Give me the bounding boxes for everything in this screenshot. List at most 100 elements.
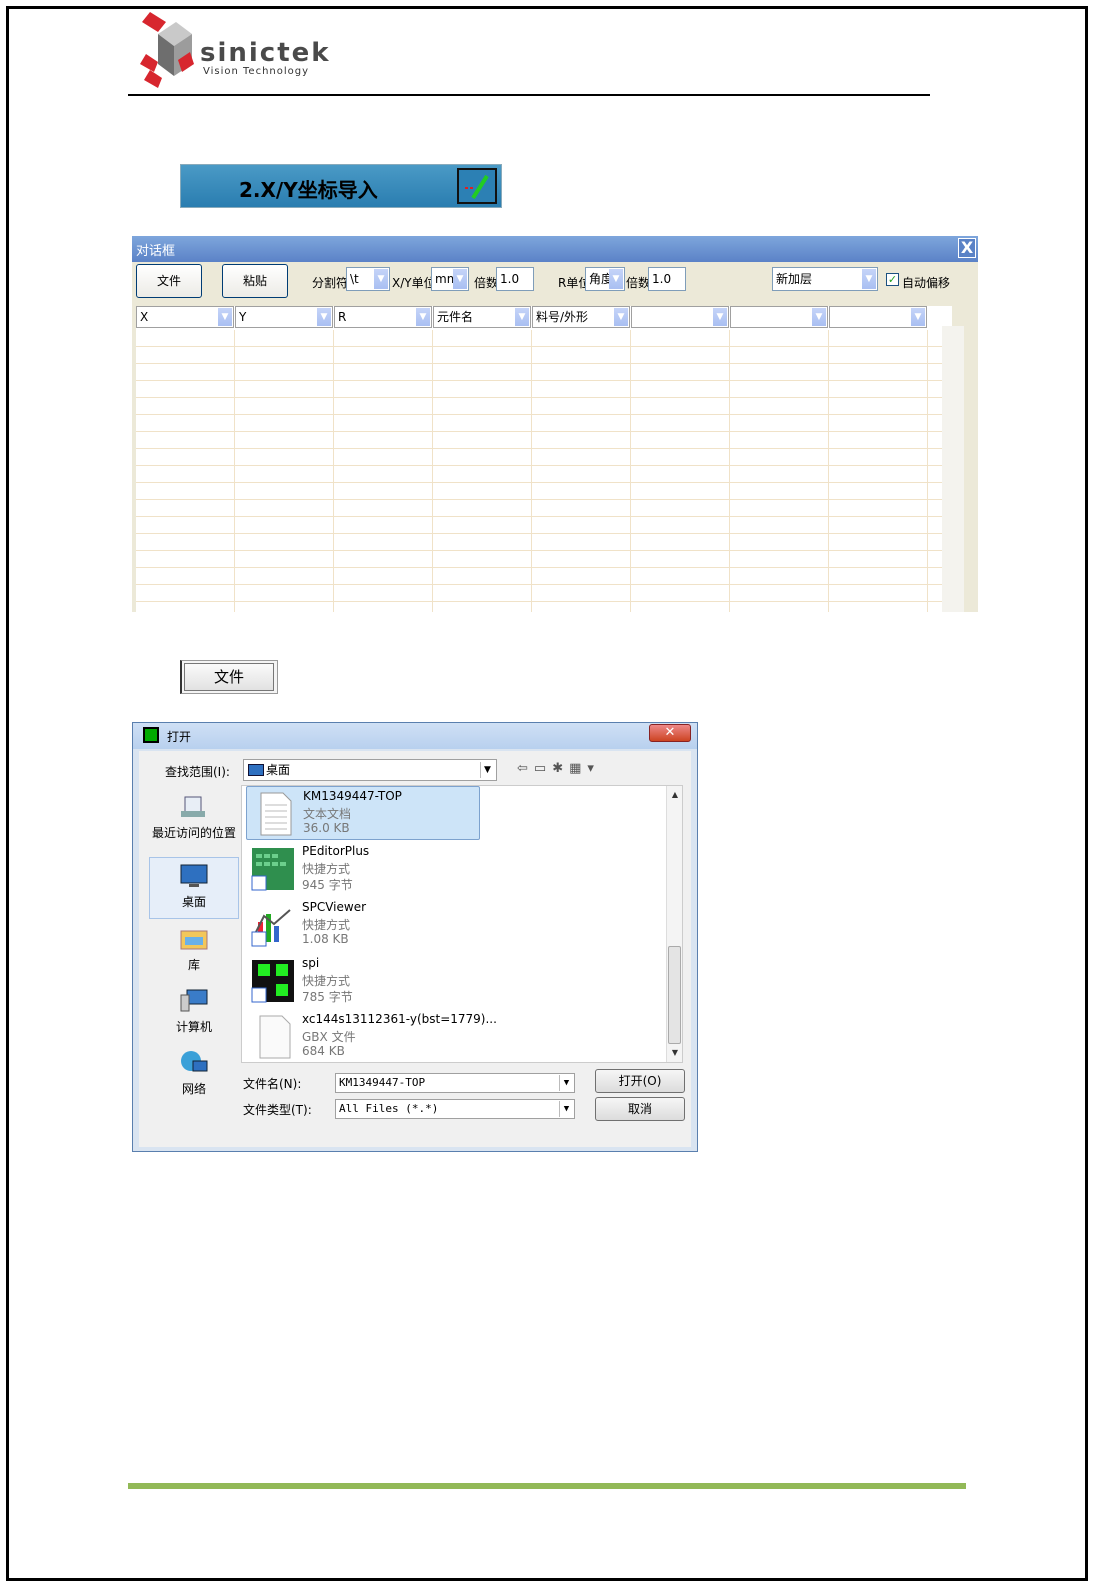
- peditorplus-shortcut-icon: [251, 848, 294, 891]
- cancel-button[interactable]: 取消: [595, 1097, 685, 1121]
- file-list: KM1349447-TOP 文本文档 36.0 KB PEditorPlus 快…: [241, 785, 683, 1063]
- import-xy-icon[interactable]: [457, 168, 497, 204]
- place-recent[interactable]: 最近访问的位置: [149, 789, 239, 851]
- dialog-body: 查找范围(I): 桌面 ▼ ⇦▭✱▦▾ 最近访问的位置 桌面 库 计算机 网络 …: [139, 751, 691, 1147]
- file-item[interactable]: SPCViewer 快捷方式 1.08 KB: [246, 898, 480, 952]
- spi-shortcut-icon: [251, 960, 294, 1003]
- view-menu-icon[interactable]: ▦▾: [569, 761, 600, 776]
- filename-input[interactable]: KM1349447-TOP ▼: [335, 1073, 575, 1093]
- column-select-6[interactable]: ▼: [631, 306, 729, 328]
- places-bar: 最近访问的位置 桌面 库 计算机 网络: [149, 789, 239, 1145]
- auto-offset-checkbox[interactable]: ✓: [886, 273, 899, 286]
- table-scrollbar[interactable]: [942, 326, 964, 612]
- dialog-title: 对话框: [136, 244, 176, 259]
- dialog-title-bar: 对话框 X: [132, 236, 978, 262]
- file-type: GBX 文件: [302, 1030, 356, 1044]
- chevron-down-icon: ▼: [453, 269, 467, 289]
- place-label: 网络: [181, 1082, 206, 1096]
- footer-rule: [128, 1483, 966, 1489]
- up-folder-icon[interactable]: ▭: [534, 761, 552, 776]
- file-name: KM1349447-TOP: [303, 789, 402, 803]
- close-button[interactable]: X: [958, 238, 976, 258]
- chevron-down-icon: ▼: [614, 308, 628, 326]
- xy-unit-select[interactable]: mm ▼: [431, 267, 469, 291]
- chevron-down-icon: ▼: [416, 308, 430, 326]
- file-type: 快捷方式: [302, 862, 351, 876]
- file-button[interactable]: 文件: [136, 264, 202, 298]
- place-libraries[interactable]: 库: [149, 921, 239, 983]
- separator-select[interactable]: \t ▼: [346, 267, 390, 291]
- column-select-r[interactable]: R ▼: [334, 306, 432, 328]
- chevron-down-icon: ▼: [559, 1075, 573, 1091]
- filename-value: KM1349447-TOP: [339, 1076, 426, 1089]
- filetype-label: 文件类型(T):: [243, 1103, 312, 1117]
- column-select-x[interactable]: X ▼: [136, 306, 234, 328]
- open-button[interactable]: 打开(O): [595, 1069, 685, 1093]
- place-network[interactable]: 网络: [149, 1045, 239, 1107]
- scroll-up-icon[interactable]: ▲: [667, 790, 683, 804]
- file-type: 快捷方式: [302, 918, 351, 932]
- chevron-down-icon: ▼: [515, 308, 529, 326]
- auto-offset-label: 自动偏移: [902, 276, 951, 290]
- banner-title: 2.X/Y坐标导入: [239, 178, 378, 202]
- file-name: spi: [302, 956, 320, 970]
- r-unit-select[interactable]: 角度 ▼: [585, 267, 625, 291]
- logo-wordmark: sinictek: [200, 38, 331, 68]
- place-computer[interactable]: 计算机: [149, 983, 239, 1045]
- file-button-example: 文件: [180, 660, 278, 694]
- header-rule: [128, 94, 930, 96]
- chevron-down-icon: ▼: [609, 269, 623, 289]
- r-factor-label: 倍数: [626, 276, 651, 290]
- chevron-down-icon: ▼: [862, 269, 876, 289]
- column-select-component[interactable]: 元件名 ▼: [433, 306, 531, 328]
- chevron-down-icon: ▼: [480, 762, 494, 778]
- file-name: xc144s13112361-y(bst=1779)...: [302, 1012, 497, 1026]
- column-select-y[interactable]: Y ▼: [235, 306, 333, 328]
- libraries-icon: [180, 930, 208, 950]
- column-select-7[interactable]: ▼: [730, 306, 828, 328]
- file-list-scrollbar[interactable]: ▲ ▼: [666, 786, 682, 1062]
- paste-button[interactable]: 粘贴: [222, 264, 288, 298]
- close-button[interactable]: ✕: [649, 724, 691, 742]
- layer-value: 新加层: [776, 272, 813, 286]
- desktop-icon: [180, 864, 208, 887]
- chevron-down-icon: ▼: [559, 1101, 573, 1117]
- chevron-down-icon: ▼: [713, 308, 727, 326]
- chevron-down-icon: ▼: [812, 308, 826, 326]
- app-icon: [143, 727, 159, 743]
- chevron-down-icon: ▼: [218, 308, 232, 326]
- file-item[interactable]: PEditorPlus 快捷方式 945 字节: [246, 842, 480, 896]
- scrollbar-thumb[interactable]: [668, 946, 681, 1044]
- r-factor-input[interactable]: 1.0: [648, 267, 686, 291]
- xy-unit-label: X/Y单位: [392, 276, 436, 290]
- column-select-8[interactable]: ▼: [829, 306, 927, 328]
- network-icon: [181, 1051, 208, 1072]
- chevron-down-icon: ▼: [317, 308, 331, 326]
- filename-label: 文件名(N):: [243, 1077, 302, 1091]
- place-desktop[interactable]: 桌面: [149, 857, 239, 919]
- file-type: 快捷方式: [302, 974, 351, 988]
- computer-icon: [180, 989, 208, 1012]
- logo-tagline: Vision Technology: [203, 66, 310, 77]
- look-in-select[interactable]: 桌面 ▼: [243, 759, 497, 781]
- dialog-title-bar: 打开 ✕: [133, 723, 697, 749]
- file-item[interactable]: xc144s13112361-y(bst=1779)... GBX 文件 684…: [246, 1010, 497, 1064]
- scroll-down-icon[interactable]: ▼: [667, 1048, 683, 1062]
- file-item[interactable]: KM1349447-TOP 文本文档 36.0 KB: [246, 786, 480, 840]
- spcviewer-shortcut-icon: [251, 906, 294, 947]
- chevron-down-icon: ▼: [374, 269, 388, 289]
- filetype-select[interactable]: All Files (*.*) ▼: [335, 1099, 575, 1119]
- import-table: X ▼ Y ▼ R ▼ 元件名 ▼ 料号/外形 ▼ ▼ ▼ ▼: [136, 306, 952, 612]
- layer-select[interactable]: 新加层 ▼: [772, 267, 878, 291]
- table-body: [136, 330, 952, 612]
- import-dialog: 对话框 X 文件 粘贴 分割符 \t ▼ X/Y单位 mm ▼ 倍数 1.0 R…: [132, 236, 978, 612]
- desktop-icon: [248, 764, 264, 776]
- column-select-part[interactable]: 料号/外形 ▼: [532, 306, 630, 328]
- place-label: 库: [187, 958, 200, 972]
- new-folder-icon[interactable]: ✱: [552, 761, 569, 776]
- file-button[interactable]: 文件: [184, 663, 274, 691]
- toolbar: ⇦▭✱▦▾: [517, 761, 600, 776]
- xy-factor-input[interactable]: 1.0: [496, 267, 534, 291]
- back-icon[interactable]: ⇦: [517, 761, 534, 776]
- file-item[interactable]: spi 快捷方式 785 字节: [246, 954, 480, 1008]
